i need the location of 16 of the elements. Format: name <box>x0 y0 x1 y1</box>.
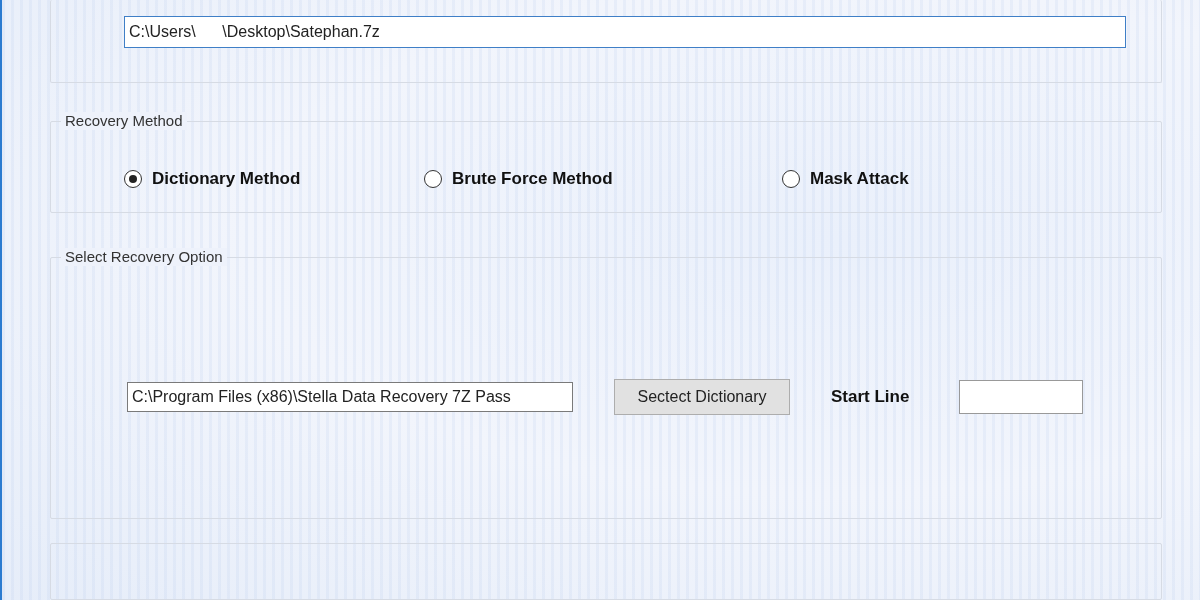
archive-path-field[interactable]: C:\Users\ \Desktop\Satephan.7z <box>124 16 1126 48</box>
radio-label: Brute Force Method <box>452 168 613 189</box>
dictionary-path-field[interactable]: C:\Program Files (x86)\Stella Data Recovery 7Z Pass <box>127 382 573 413</box>
radio-button[interactable] <box>424 169 442 188</box>
group-title: Select Recovery Option <box>61 248 227 267</box>
radio-button[interactable] <box>124 169 142 188</box>
select-dictionary-button[interactable]: Sectect Dictionary <box>614 379 790 416</box>
start-line-field[interactable] <box>959 380 1084 415</box>
radio-option[interactable]: Brute Force Method <box>424 168 782 189</box>
group-title: Recovery Method <box>61 111 187 130</box>
radio-option[interactable]: Mask Attack <box>782 168 1082 189</box>
start-line-label: Start Line <box>831 387 910 408</box>
radio-label: Dictionary Method <box>152 168 301 189</box>
radio-button[interactable] <box>782 169 800 188</box>
radio-option[interactable]: Dictionary Method <box>124 168 424 189</box>
radio-label: Mask Attack <box>810 168 909 189</box>
